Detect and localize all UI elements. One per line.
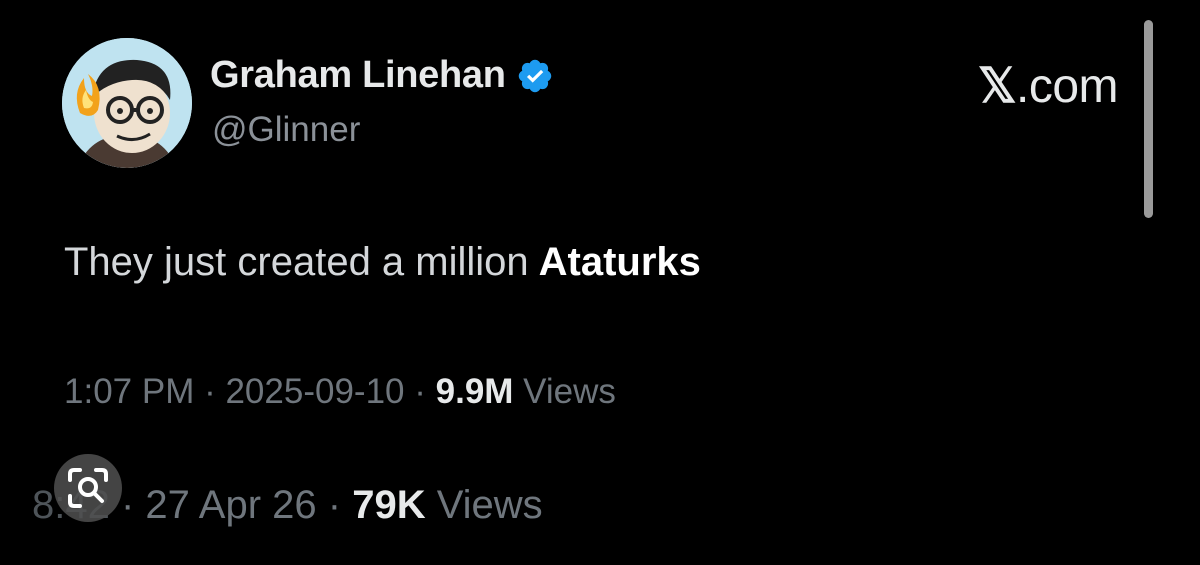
views-count: 9.9M [435, 372, 514, 411]
avatar[interactable] [62, 38, 192, 168]
verified-badge-icon [518, 59, 551, 92]
tweet-text-emphasis: Ataturks [538, 240, 701, 284]
x-logo-icon: 𝕏 [977, 60, 1017, 113]
tweet-date-secondary: 27 Apr 26 [145, 483, 317, 527]
separator: · [404, 372, 436, 411]
brand-domain: .com [1015, 60, 1119, 113]
separator: · [194, 372, 226, 411]
lens-search-icon [68, 468, 108, 508]
views-count-secondary: 79K [352, 483, 426, 527]
user-handle[interactable]: @Glinner [212, 110, 360, 150]
tweet-date[interactable]: 2025-09-10 [225, 372, 404, 411]
tweet-text: They just created a million Ataturks [64, 240, 701, 285]
tweet-metadata: 1:07 PM · 2025-09-10 · 9.9M Views [64, 372, 616, 412]
separator: · [316, 483, 353, 527]
author-name-row: Graham Linehan [210, 54, 554, 97]
views-label-secondary: Views [425, 483, 543, 527]
visual-search-button[interactable] [54, 454, 122, 522]
display-name[interactable]: Graham Linehan [210, 54, 506, 97]
cartoon-avatar-icon [62, 38, 192, 168]
scrollbar[interactable] [1144, 20, 1153, 218]
tweet-time[interactable]: 1:07 PM [64, 372, 194, 411]
tweet-text-body: They just created a million [64, 240, 529, 284]
x-com-watermark: 𝕏.com [977, 58, 1119, 114]
views-label: Views [513, 372, 616, 411]
